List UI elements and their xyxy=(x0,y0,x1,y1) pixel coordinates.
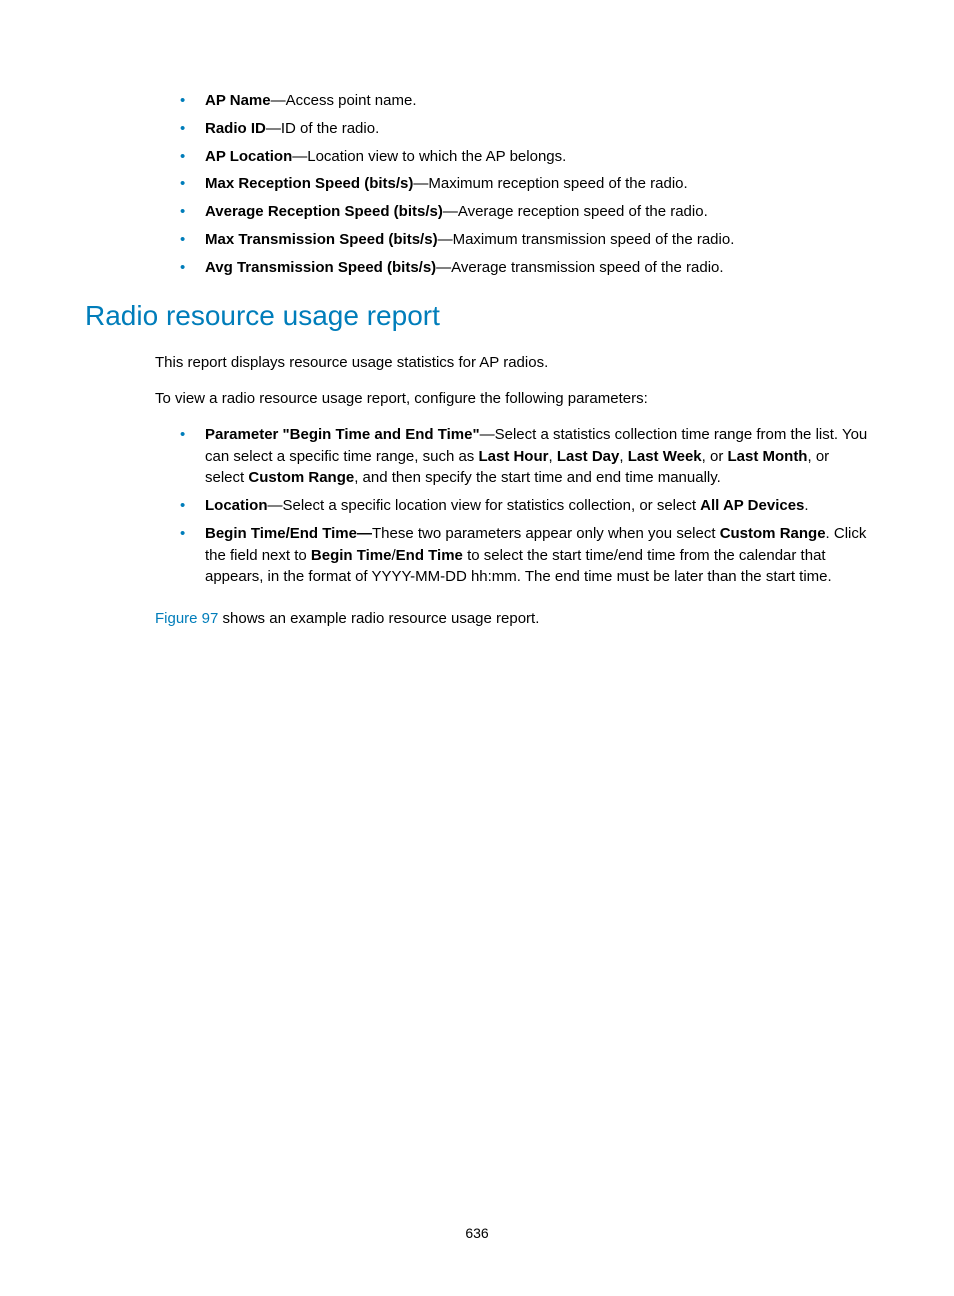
page-number: 636 xyxy=(0,1225,954,1241)
text: , xyxy=(619,448,627,465)
desc: —Maximum reception speed of the radio. xyxy=(413,175,687,192)
term: Avg Transmission Speed (bits/s) xyxy=(205,259,436,276)
list-item: Radio ID—ID of the radio. xyxy=(180,118,869,140)
term: Last Day xyxy=(557,448,620,465)
term: Max Reception Speed (bits/s) xyxy=(205,175,413,192)
term: Average Reception Speed (bits/s) xyxy=(205,203,443,220)
term: Last Month xyxy=(727,448,807,465)
document-page: AP Name—Access point name. Radio ID—ID o… xyxy=(0,0,954,1296)
page-content: AP Name—Access point name. Radio ID—ID o… xyxy=(85,90,869,630)
figure-link[interactable]: Figure 97 xyxy=(155,610,218,627)
section-paragraph: To view a radio resource usage report, c… xyxy=(85,388,869,410)
text: , or xyxy=(702,448,728,465)
list-item: AP Name—Access point name. xyxy=(180,90,869,112)
list-item: Begin Time/End Time—These two parameters… xyxy=(180,523,869,588)
term: Radio ID xyxy=(205,120,266,137)
list-item: Max Reception Speed (bits/s)—Maximum rec… xyxy=(180,173,869,195)
text: shows an example radio resource usage re… xyxy=(218,610,539,627)
text: . xyxy=(804,497,808,514)
section-heading: Radio resource usage report xyxy=(85,300,869,332)
list-item: Max Transmission Speed (bits/s)—Maximum … xyxy=(180,229,869,251)
list-item: AP Location—Location view to which the A… xyxy=(180,146,869,168)
desc: —Average transmission speed of the radio… xyxy=(436,259,723,276)
desc: —ID of the radio. xyxy=(266,120,379,137)
text: , xyxy=(548,448,556,465)
desc: —Maximum transmission speed of the radio… xyxy=(438,231,735,248)
term: End Time xyxy=(396,547,463,564)
term: Location xyxy=(205,497,268,514)
closing-paragraph: Figure 97 shows an example radio resourc… xyxy=(85,608,869,630)
field-definitions-list: AP Name—Access point name. Radio ID—ID o… xyxy=(85,90,869,278)
term: Max Transmission Speed (bits/s) xyxy=(205,231,438,248)
list-item: Location—Select a specific location view… xyxy=(180,495,869,517)
term: Begin Time xyxy=(311,547,392,564)
term: AP Name xyxy=(205,92,271,109)
term: Custom Range xyxy=(248,469,354,486)
text: —Select a specific location view for sta… xyxy=(268,497,701,514)
list-item: Avg Transmission Speed (bits/s)—Average … xyxy=(180,257,869,279)
desc: —Access point name. xyxy=(271,92,417,109)
list-item: Parameter "Begin Time and End Time"—Sele… xyxy=(180,424,869,489)
term: Parameter "Begin Time and End Time" xyxy=(205,426,480,443)
term: AP Location xyxy=(205,148,292,165)
text: These two parameters appear only when yo… xyxy=(372,525,720,542)
term: Custom Range xyxy=(720,525,826,542)
text: , and then specify the start time and en… xyxy=(354,469,721,486)
list-item: Average Reception Speed (bits/s)—Average… xyxy=(180,201,869,223)
term: Begin Time/End Time— xyxy=(205,525,372,542)
parameter-list: Parameter "Begin Time and End Time" —Sele… xyxy=(85,424,869,588)
term: Last Week xyxy=(628,448,702,465)
section-paragraph: This report displays resource usage stat… xyxy=(85,352,869,374)
term: Last Hour xyxy=(478,448,548,465)
desc: —Average reception speed of the radio. xyxy=(443,203,708,220)
term: All AP Devices xyxy=(700,497,804,514)
desc: —Location view to which the AP belongs. xyxy=(292,148,566,165)
